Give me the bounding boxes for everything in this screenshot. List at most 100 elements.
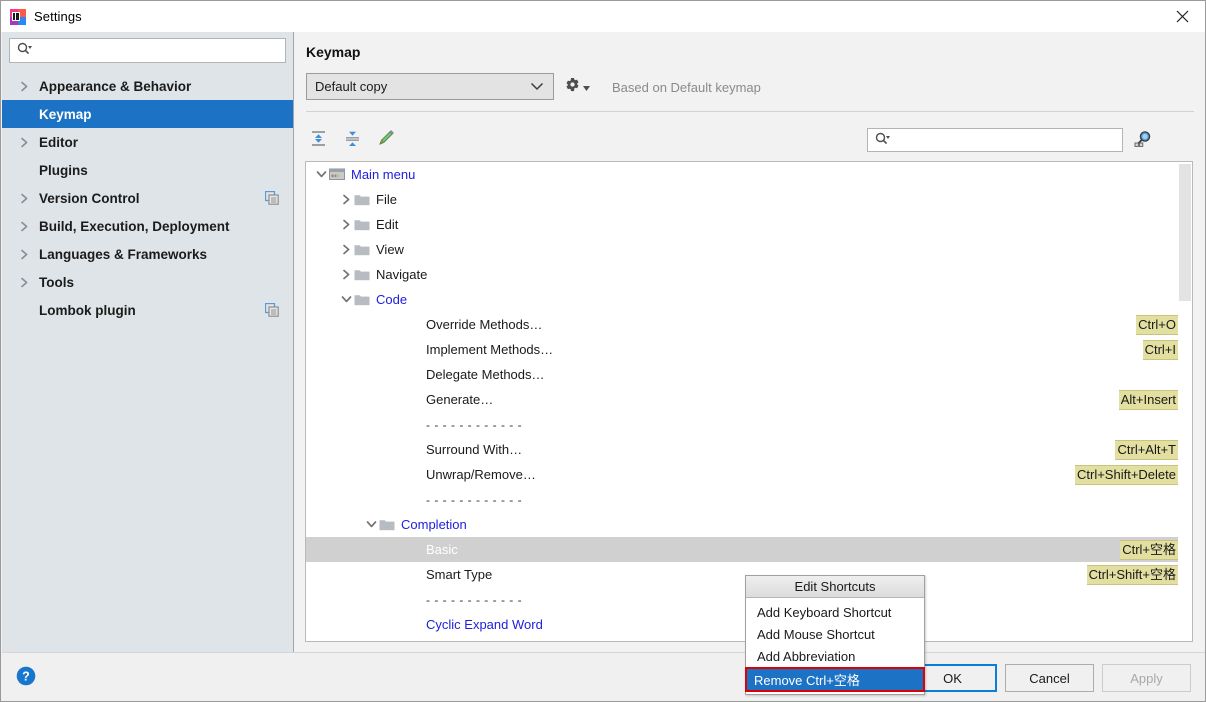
context-menu-item-remove-ctrl+[interactable]: Remove Ctrl+空格	[745, 667, 925, 692]
close-icon[interactable]	[1160, 1, 1205, 32]
tree-row[interactable]: Implement Methods… Ctrl+I	[306, 337, 1178, 362]
sidebar-item-plugins[interactable]: Plugins	[2, 156, 293, 184]
chevron-right-icon[interactable]	[339, 219, 354, 230]
sidebar-item-version-control[interactable]: Version Control	[2, 184, 293, 212]
tree-row[interactable]: Main menu	[306, 162, 1178, 187]
sidebar-item-keymap[interactable]: Keymap	[2, 100, 293, 128]
page-title: Keymap	[306, 44, 361, 60]
cancel-button[interactable]: Cancel	[1005, 664, 1094, 692]
keymap-settings-button[interactable]	[565, 77, 590, 95]
folder-icon	[354, 243, 371, 256]
chevron-right-icon	[16, 137, 32, 148]
chevron-right-icon[interactable]	[339, 194, 354, 205]
sidebar-item-label: Version Control	[39, 190, 140, 206]
sidebar-item-label: Lombok plugin	[39, 302, 136, 318]
project-scope-icon	[264, 190, 279, 205]
title-bar: Settings	[1, 1, 1205, 32]
sidebar-item-tools[interactable]: Tools	[2, 268, 293, 296]
settings-sidebar: Appearance & Behavior Keymap Editor Plugins…	[2, 32, 294, 652]
tree-row-label: Surround With…	[426, 442, 523, 457]
find-by-shortcut-icon[interactable]	[1131, 127, 1155, 151]
sidebar-item-label: Editor	[39, 134, 78, 150]
keymap-panel: Keymap Default copy Based on Default key…	[295, 32, 1205, 695]
sidebar-item-label: Plugins	[39, 162, 88, 178]
folder-icon	[354, 268, 371, 281]
tree-row[interactable]: Surround With… Ctrl+Alt+T	[306, 437, 1178, 462]
keymap-tree-container: Main menu File Edit View Navigate Code Overrid…	[305, 161, 1193, 642]
tree-row-label: Navigate	[376, 267, 428, 282]
sidebar-search-input[interactable]	[36, 43, 285, 58]
tree-row[interactable]: - - - - - - - - - - - -	[306, 587, 1178, 612]
main-menu-icon	[329, 168, 346, 181]
chevron-down-icon[interactable]	[314, 170, 329, 179]
tree-row[interactable]: View	[306, 237, 1178, 262]
tree-row-label: Smart Type	[426, 567, 493, 582]
sidebar-item-build-execution-deployment[interactable]: Build, Execution, Deployment	[2, 212, 293, 240]
caret-down-icon	[583, 79, 590, 94]
shortcut-badge: Ctrl+Shift+Delete	[1075, 465, 1178, 485]
help-icon[interactable]: ?	[16, 666, 36, 686]
shortcut-badge: Ctrl+Shift+空格	[1086, 565, 1178, 585]
tree-row[interactable]: Basic Ctrl+空格	[306, 537, 1178, 562]
tree-row[interactable]: Generate… Alt+Insert	[306, 387, 1178, 412]
project-scope-icon	[264, 302, 279, 317]
divider	[306, 111, 1194, 112]
keymap-search-input[interactable]	[894, 132, 1122, 148]
tree-row[interactable]: Cyclic Expand Word	[306, 612, 1178, 637]
tree-row[interactable]: File	[306, 187, 1178, 212]
folder-icon	[354, 218, 371, 231]
tree-row[interactable]: - - - - - - - - - - - -	[306, 412, 1178, 437]
tree-scrollbar[interactable]	[1178, 162, 1192, 641]
sidebar-item-lombok-plugin[interactable]: Lombok plugin	[2, 296, 293, 324]
tree-row-label: Unwrap/Remove…	[426, 467, 536, 482]
sidebar-item-editor[interactable]: Editor	[2, 128, 293, 156]
intellij-idea-icon	[10, 8, 26, 25]
chevron-right-icon	[16, 221, 32, 232]
tree-row[interactable]: Delegate Methods…	[306, 362, 1178, 387]
chevron-right-icon[interactable]	[339, 244, 354, 255]
tree-row[interactable]: - - - - - - - - - - - -	[306, 487, 1178, 512]
tree-row[interactable]: Edit	[306, 212, 1178, 237]
context-menu-item-add-mouse-shortcut[interactable]: Add Mouse Shortcut	[746, 623, 924, 645]
chevron-down-icon[interactable]	[364, 520, 379, 529]
folder-icon	[354, 193, 371, 206]
shortcut-badge: Alt+Insert	[1118, 390, 1178, 410]
context-menu-item-add-keyboard-shortcut[interactable]: Add Keyboard Shortcut	[746, 601, 924, 623]
tree-row-label: Edit	[376, 217, 399, 232]
chevron-right-icon[interactable]	[339, 269, 354, 280]
expand-all-icon[interactable]	[305, 125, 331, 151]
apply-button[interactable]: Apply	[1102, 664, 1191, 692]
keymap-select[interactable]: Default copy	[306, 73, 554, 100]
context-menu-item-add-abbreviation[interactable]: Add Abbreviation	[746, 645, 924, 667]
chevron-down-icon[interactable]	[339, 295, 354, 304]
tree-row[interactable]: Navigate	[306, 262, 1178, 287]
pencil-icon[interactable]	[373, 125, 399, 151]
keymap-search[interactable]	[867, 128, 1123, 152]
window-title: Settings	[34, 9, 82, 24]
context-menu-items: Add Keyboard Shortcut Add Mouse Shortcut A…	[745, 598, 925, 694]
tree-row-label: - - - - - - - - - - - -	[426, 592, 523, 607]
tree-row[interactable]: Unwrap/Remove… Ctrl+Shift+Delete	[306, 462, 1178, 487]
tree-row-label: Override Methods…	[426, 317, 543, 332]
keymap-select-value: Default copy	[315, 79, 388, 94]
settings-dialog: Settings Appearance & Behavior Keymap Edit…	[0, 0, 1206, 702]
shortcut-badge: Ctrl+空格	[1120, 540, 1178, 560]
sidebar-search[interactable]	[9, 38, 286, 63]
collapse-all-icon[interactable]	[339, 125, 365, 151]
tree-row[interactable]: Smart Type Ctrl+Shift+空格	[306, 562, 1178, 587]
tree-row-label: Basic	[426, 542, 458, 557]
tree-row[interactable]: Override Methods… Ctrl+O	[306, 312, 1178, 337]
chevron-right-icon	[16, 193, 32, 204]
tree-scrollbar-thumb[interactable]	[1179, 164, 1191, 301]
tree-row[interactable]: Completion	[306, 512, 1178, 537]
sidebar-item-languages-frameworks[interactable]: Languages & Frameworks	[2, 240, 293, 268]
sidebar-item-appearance-behavior[interactable]: Appearance & Behavior	[2, 72, 293, 100]
search-icon	[875, 132, 891, 149]
folder-icon	[354, 293, 371, 306]
dialog-footer: ? OK Cancel Apply	[2, 652, 1205, 701]
tree-row[interactable]: Code	[306, 287, 1178, 312]
sidebar-item-label: Languages & Frameworks	[39, 246, 208, 262]
tree-row-label: File	[376, 192, 397, 207]
tree-row-label: Cyclic Expand Word	[426, 617, 543, 632]
chevron-down-icon	[530, 79, 544, 94]
